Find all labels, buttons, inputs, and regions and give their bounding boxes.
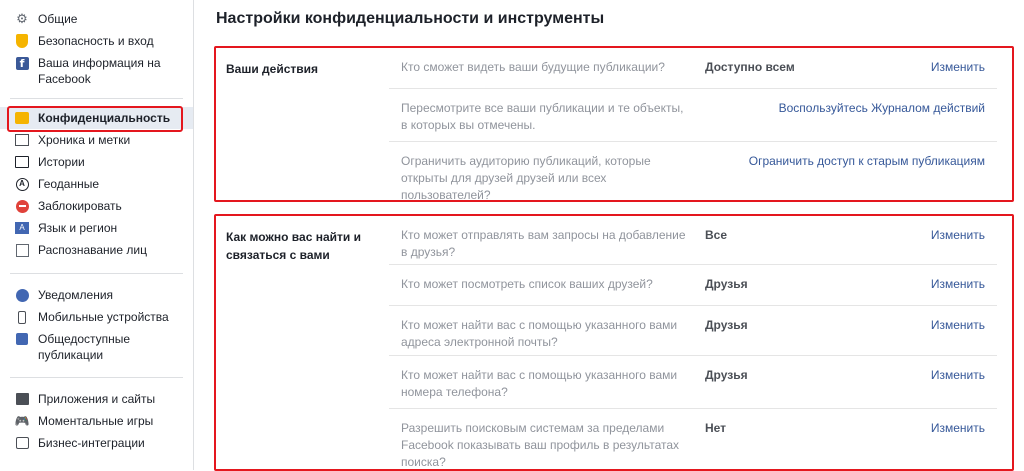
sidebar-item-mobile[interactable]: Мобильные устройства [0, 306, 193, 328]
edit-link[interactable]: Изменить [931, 317, 985, 334]
row-value: Доступно всем [705, 60, 795, 74]
language-icon: A [14, 220, 30, 236]
row-value: Нет [705, 421, 727, 435]
row-question: Ограничить аудиторию публикаций, которые… [401, 154, 651, 202]
row-value: Друзья [705, 318, 748, 332]
globe-icon [14, 287, 30, 303]
sidebar-item-label: Уведомления [38, 288, 114, 302]
sidebar-item-label: Общие [38, 12, 78, 26]
edit-link[interactable]: Изменить [931, 367, 985, 384]
location-icon: A [14, 176, 30, 192]
sidebar-item-face-recognition[interactable]: Распознавание лиц [0, 239, 193, 261]
row-question: Кто может отправлять вам запросы на доба… [401, 228, 686, 259]
sidebar-group-account: ⚙ Общие Безопасность и вход f Ваша инфор… [0, 0, 193, 92]
sidebar-divider [10, 98, 183, 99]
sidebar-item-label: Приложения и сайты [38, 392, 156, 406]
sidebar-item-label: Распознавание лиц [38, 243, 147, 257]
sidebar-item-label: Истории [38, 155, 85, 169]
book-icon [14, 154, 30, 170]
sidebar-group-notifications: Уведомления Мобильные устройства Общедос… [0, 282, 193, 368]
apps-icon [14, 391, 30, 407]
sidebar-item-label: Общедоступные публикации [38, 332, 131, 362]
sidebar-item-security[interactable]: Безопасность и вход [0, 30, 193, 52]
page-title: Настройки конфиденциальности и инструмен… [216, 10, 605, 27]
phone-icon [14, 309, 30, 325]
timeline-icon [14, 132, 30, 148]
sidebar-item-notifications[interactable]: Уведомления [0, 284, 193, 306]
sidebar-group-apps: Приложения и сайты 🎮 Моментальные игры Б… [0, 386, 193, 456]
limit-past-posts-link[interactable]: Ограничить доступ к старым публикациям [749, 153, 985, 170]
settings-row: Кто сможет видеть ваши будущие публикаци… [389, 48, 997, 89]
settings-sidebar: ⚙ Общие Безопасность и вход f Ваша инфор… [0, 0, 194, 470]
row-value: Все [705, 228, 728, 242]
sidebar-item-instant-games[interactable]: 🎮 Моментальные игры [0, 410, 193, 432]
sidebar-item-location[interactable]: A Геоданные [0, 173, 193, 195]
activity-log-link[interactable]: Воспользуйтесь Журналом действий [779, 100, 985, 117]
row-question: Пересмотрите все ваши публикации и те об… [401, 101, 684, 132]
section-find-and-contact: Как можно вас найти и связаться с вами К… [214, 214, 1014, 471]
facebook-icon: f [14, 55, 30, 71]
sidebar-group-privacy: Конфиденциальность Хроника и метки Истор… [0, 105, 193, 263]
row-value: Друзья [705, 368, 748, 382]
sidebar-item-language[interactable]: A Язык и регион [0, 217, 193, 239]
sidebar-divider [10, 273, 183, 274]
settings-row: Кто может посмотреть список ваших друзей… [389, 265, 997, 306]
gamepad-icon: 🎮 [14, 414, 30, 428]
lock-icon [14, 110, 30, 126]
sidebar-item-label: Безопасность и вход [38, 34, 154, 48]
section-title: Ваши действия [226, 62, 319, 76]
edit-link[interactable]: Изменить [931, 227, 985, 244]
sidebar-item-public-posts[interactable]: Общедоступные публикации [0, 328, 193, 366]
settings-row: Ограничить аудиторию публикаций, которые… [389, 142, 997, 202]
row-question: Кто может найти вас с помощью указанного… [401, 368, 678, 399]
sidebar-item-label: Моментальные игры [38, 414, 154, 428]
edit-link[interactable]: Изменить [931, 276, 985, 293]
settings-row: Кто может отправлять вам запросы на доба… [389, 216, 997, 265]
sidebar-divider [10, 377, 183, 378]
row-question: Разрешить поисковым системам за пределам… [401, 421, 680, 469]
row-question: Кто может найти вас с помощью указанного… [401, 318, 678, 349]
settings-row: Кто может найти вас с помощью указанного… [389, 356, 997, 409]
section-title: Как можно вас найти и связаться с вами [226, 230, 361, 262]
row-value: Друзья [705, 277, 748, 291]
face-icon [14, 242, 30, 258]
settings-row: Кто может найти вас с помощью указанного… [389, 306, 997, 356]
sidebar-item-blocking[interactable]: Заблокировать [0, 195, 193, 217]
sidebar-item-label: Ваша информация на Facebook [38, 56, 161, 86]
briefcase-icon [14, 435, 30, 451]
block-icon [14, 198, 30, 214]
sidebar-item-label: Бизнес-интеграции [38, 436, 145, 450]
rss-icon [14, 331, 30, 347]
sidebar-item-stories[interactable]: Истории [0, 151, 193, 173]
row-question: Кто может посмотреть список ваших друзей… [401, 277, 653, 291]
row-question: Кто сможет видеть ваши будущие публикаци… [401, 60, 665, 74]
edit-link[interactable]: Изменить [931, 420, 985, 437]
sidebar-item-timeline[interactable]: Хроника и метки [0, 129, 193, 151]
gear-icon: ⚙ [16, 11, 28, 26]
sidebar-item-label: Мобильные устройства [38, 310, 169, 324]
sidebar-item-general[interactable]: ⚙ Общие [0, 8, 193, 30]
shield-icon [14, 33, 30, 49]
section-your-activity: Ваши действия Кто сможет видеть ваши буд… [214, 46, 1014, 202]
sidebar-item-label: Хроника и метки [38, 133, 131, 147]
sidebar-item-privacy[interactable]: Конфиденциальность [0, 106, 193, 132]
sidebar-item-apps[interactable]: Приложения и сайты [0, 388, 193, 410]
sidebar-item-business[interactable]: Бизнес-интеграции [0, 432, 193, 454]
sidebar-item-label: Заблокировать [38, 199, 122, 213]
edit-link[interactable]: Изменить [931, 59, 985, 76]
sidebar-item-label: Конфиденциальность [38, 111, 171, 125]
sidebar-item-label: Язык и регион [38, 221, 118, 235]
sidebar-item-your-info[interactable]: f Ваша информация на Facebook [0, 52, 193, 90]
settings-row: Пересмотрите все ваши публикации и те об… [389, 89, 997, 142]
sidebar-item-label: Геоданные [38, 177, 100, 191]
settings-row: Разрешить поисковым системам за пределам… [389, 409, 997, 469]
